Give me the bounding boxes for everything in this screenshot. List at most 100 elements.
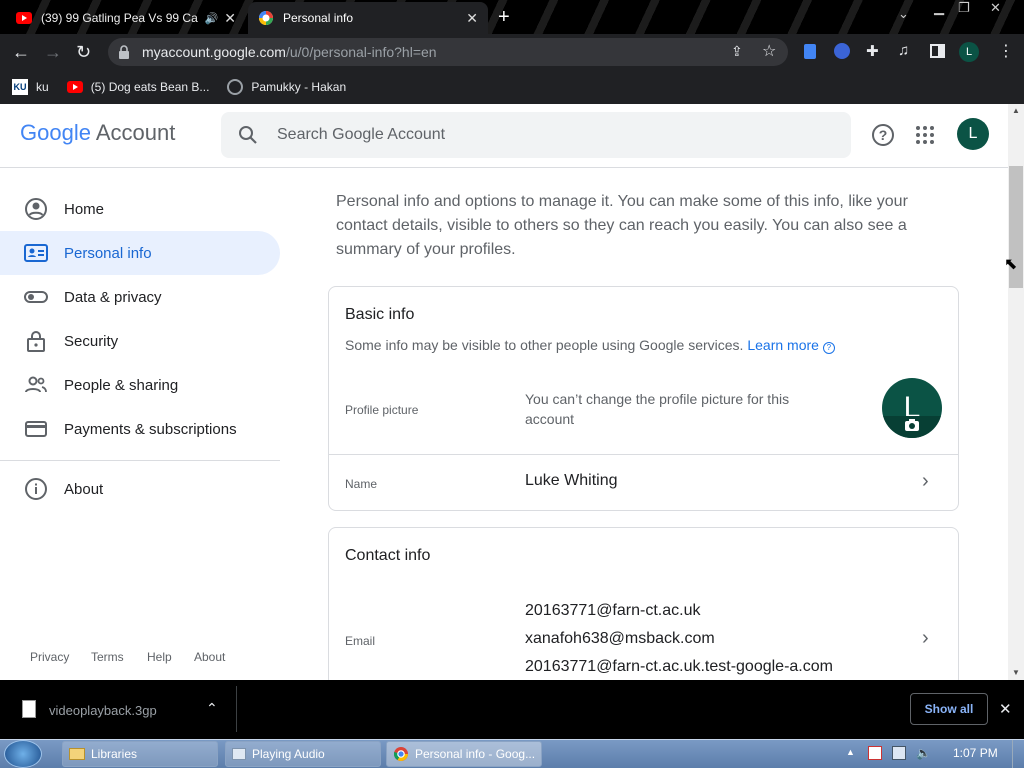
folder-icon — [69, 748, 85, 760]
close-download-bar-icon[interactable]: ✕ — [999, 700, 1012, 718]
email-value: 20163771@farn-ct.ac.uk.test-google-a.com — [525, 658, 833, 675]
taskbar-item-playing-audio[interactable]: Playing Audio — [225, 741, 381, 767]
tab-personal-info-title: Personal info — [283, 11, 354, 25]
tab-close-icon[interactable]: ✕ — [466, 10, 478, 27]
share-icon[interactable]: ⇪ — [731, 43, 743, 60]
sidebar-item-label: Personal info — [64, 244, 152, 262]
id-card-icon — [24, 244, 48, 262]
tray-show-hidden-icon[interactable]: ▲ — [846, 747, 855, 757]
download-bar-divider — [236, 686, 237, 732]
sidebar-item-personal-info[interactable]: Personal info — [0, 231, 280, 275]
scroll-down-arrow-icon[interactable]: ▼ — [1012, 668, 1020, 677]
browser-menu-icon[interactable]: ⋮ — [998, 41, 1014, 61]
sidebar-item-home[interactable]: Home — [24, 187, 280, 231]
url-host: myaccount.google.com — [142, 44, 286, 60]
restore-icon[interactable]: ❐ — [958, 0, 970, 16]
mouse-cursor-icon: ⬉ — [1004, 256, 1018, 273]
url-path: /u/0/personal-info?hl=en — [285, 44, 437, 60]
bookmark-youtube-video[interactable]: (5) Dog eats Bean B... — [66, 80, 210, 94]
help-icon[interactable]: ? — [872, 124, 894, 146]
sidebar-item-label: People & sharing — [64, 376, 179, 394]
help-circle-icon[interactable]: ? — [822, 342, 835, 354]
media-control-icon[interactable]: ♫ — [898, 42, 909, 59]
show-all-button[interactable]: Show all — [910, 693, 988, 725]
name-label: Name — [345, 477, 378, 491]
forward-icon[interactable]: → — [44, 42, 62, 62]
tab-personal-info[interactable]: Personal info ✕ — [248, 2, 488, 34]
chevron-up-icon[interactable]: ⌃ — [206, 700, 218, 717]
sidebar-item-payments[interactable]: Payments & subscriptions — [24, 407, 280, 451]
google-icon — [259, 11, 273, 25]
back-icon[interactable]: ← — [12, 42, 30, 62]
contact-info-title: Contact info — [345, 547, 431, 564]
profile-picture[interactable]: L — [882, 378, 942, 438]
bookmark-label: Pamukky - Hakan — [251, 80, 347, 94]
tab-search-icon[interactable]: ⌄ — [898, 6, 909, 22]
new-tab-button[interactable]: + — [498, 6, 510, 28]
bookmark-ku[interactable]: KU ku — [12, 79, 49, 95]
sidebar-item-label: Home — [64, 200, 105, 218]
footer-about-link[interactable]: About — [194, 650, 225, 664]
taskbar-item-libraries[interactable]: Libraries — [62, 741, 218, 767]
account-avatar[interactable]: L — [957, 118, 989, 150]
taskbar-item-label: Libraries — [91, 747, 138, 761]
ku-logo-icon: KU — [12, 79, 28, 95]
bookmark-pamukky[interactable]: Pamukky - Hakan — [227, 79, 346, 95]
lock-icon — [119, 45, 129, 59]
tab-youtube[interactable]: (39) 99 Gatling Pea Vs 99 Ca 🔊 ✕ — [6, 2, 246, 34]
tray-action-center-icon[interactable] — [868, 746, 882, 760]
extension-docs-icon[interactable] — [804, 44, 816, 59]
lock-icon — [27, 331, 45, 352]
reload-icon[interactable]: ↻ — [76, 42, 91, 62]
youtube-icon — [16, 12, 32, 24]
chevron-right-icon[interactable]: › — [922, 627, 929, 650]
audio-icon: 🔊 — [204, 12, 219, 25]
tray-network-icon[interactable] — [892, 746, 906, 760]
footer-terms-link[interactable]: Terms — [91, 650, 124, 664]
google-account-logo[interactable]: Google Account — [20, 120, 175, 146]
basic-info-title: Basic info — [345, 306, 415, 323]
toggle-icon — [24, 291, 48, 303]
camera-icon — [905, 419, 919, 431]
chevron-right-icon[interactable]: › — [922, 470, 929, 493]
extensions-puzzle-icon[interactable]: ✚ — [866, 42, 879, 60]
sidebar-item-about[interactable]: About — [24, 467, 280, 511]
close-window-icon[interactable]: ✕ — [990, 0, 1001, 16]
learn-more-link[interactable]: Learn more — [747, 337, 819, 353]
profile-avatar[interactable]: L — [959, 42, 979, 62]
name-row[interactable] — [329, 455, 958, 510]
footer-privacy-link[interactable]: Privacy — [30, 650, 69, 664]
side-panel-icon[interactable] — [930, 44, 945, 58]
show-desktop-button[interactable] — [1012, 740, 1024, 768]
apps-grid-icon[interactable] — [915, 125, 935, 145]
sidebar-item-label: Payments & subscriptions — [64, 420, 237, 438]
sidebar-item-data-privacy[interactable]: Data & privacy — [24, 275, 280, 319]
name-value: Luke Whiting — [525, 472, 618, 489]
search-icon[interactable] — [238, 125, 258, 145]
basic-info-subtitle-text: Some info may be visible to other people… — [345, 337, 744, 353]
profile-picture-label: Profile picture — [345, 403, 419, 417]
page-intro-text: Personal info and options to manage it. … — [336, 193, 908, 258]
sidebar-divider — [0, 460, 280, 461]
start-button[interactable] — [4, 740, 42, 768]
account-circle-icon — [25, 198, 47, 220]
sidebar-item-label: About — [64, 480, 104, 498]
extension-shield-icon[interactable] — [834, 43, 850, 59]
sidebar-item-label: Data & privacy — [64, 288, 162, 306]
footer-help-link[interactable]: Help — [147, 650, 172, 664]
tab-close-icon[interactable]: ✕ — [224, 10, 236, 27]
minimize-icon[interactable]: ▁ — [934, 0, 944, 16]
search-input[interactable]: Search Google Account — [277, 126, 445, 144]
email-value: 20163771@farn-ct.ac.uk — [525, 602, 701, 619]
sidebar-item-people-sharing[interactable]: People & sharing — [24, 363, 280, 407]
taskbar-clock[interactable]: 1:07 PM — [953, 746, 998, 760]
tray-volume-icon[interactable]: 🔈 — [916, 746, 931, 760]
bookmark-star-icon[interactable]: ☆ — [762, 41, 776, 61]
google-wordmark: Google — [20, 120, 91, 145]
window-icon — [232, 748, 246, 760]
scroll-up-arrow-icon[interactable]: ▲ — [1012, 106, 1020, 115]
bookmark-label: (5) Dog eats Bean B... — [90, 80, 210, 94]
taskbar-item-chrome[interactable]: Personal info - Goog... — [386, 741, 542, 767]
sidebar-item-security[interactable]: Security — [24, 319, 280, 363]
tab-youtube-title: (39) 99 Gatling Pea Vs 99 Ca — [41, 11, 198, 25]
